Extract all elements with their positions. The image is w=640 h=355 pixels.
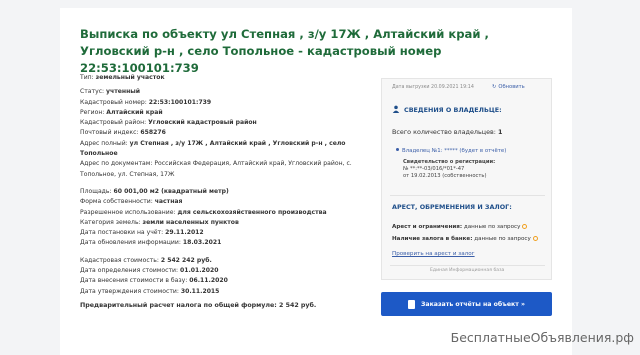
approved-label: Дата утверждения стоимости: [80, 287, 179, 295]
bullet-icon [396, 148, 399, 151]
docaddr-label: Адрес по документам: [80, 160, 153, 168]
category-label: Категория земель: [80, 218, 141, 226]
type-value: земельный участок [95, 74, 165, 81]
check-arrest-link[interactable]: Проверить на арест и залог [392, 251, 475, 257]
approved-value: 30.11.2015 [180, 287, 220, 295]
order-report-button[interactable]: Заказать отчёты на объект » [381, 292, 552, 316]
use-label: Разрешенное использование: [80, 208, 176, 216]
region-value: Алтайский край [106, 108, 163, 116]
pledge-value: данные по запросу [474, 236, 531, 242]
determined-label: Дата определения стоимости: [80, 267, 179, 275]
arrest-value: данные по запросу [463, 224, 521, 230]
export-date: Дата выгрузки 20.09.2021 19:14 [392, 85, 474, 90]
cost-label: Кадастровая стоимость: [80, 256, 159, 264]
cost-value: 2 542 242 руб. [160, 256, 212, 264]
cadnum-label: Кадастровый номер: [80, 98, 147, 106]
pledge-row: Наличие залога в банке: данные по запрос… [392, 236, 538, 242]
region-label: Регион: [80, 108, 105, 116]
use-value: для сельскохозяйственного производства [177, 208, 327, 216]
pledge-label: Наличие залога в банке: [392, 236, 473, 242]
owners-count: Всего количество владельцев: 1 [392, 128, 502, 136]
object-info: Тип: земельный участок Статус: учтенный … [80, 73, 365, 311]
ownership-label: Форма собственности: [80, 198, 153, 206]
updated-label: Дата обновления информации: [80, 239, 181, 247]
owner-masked: ***** [444, 148, 458, 154]
owner-note: (будет в отчёте) [459, 148, 507, 154]
updated-value: 18.03.2021 [182, 239, 222, 247]
district-label: Кадастровый район: [80, 119, 147, 127]
info-icon[interactable] [522, 224, 528, 229]
arrest-heading: АРЕСТ, ОБРЕМЕНЕНИЯ И ЗАЛОГ: [392, 203, 512, 211]
ownership-value: частная [154, 198, 183, 206]
area-value: 60 001,00 м2 (квадратный метр) [113, 187, 229, 195]
status-value: учтенный [106, 88, 141, 96]
document-icon [408, 299, 416, 309]
reg-number: № **:**-03/016/*01*-47 [403, 166, 465, 173]
registration-info: Свидетельство о регистрации: № **:**-03/… [403, 159, 543, 181]
zip-label: Почтовый индекс: [80, 129, 139, 137]
arrest-label: Арест и ограничения: [392, 224, 463, 230]
owners-heading: СВЕДЕНИЯ О ВЛАДЕЛЬЦЕ: [392, 105, 547, 114]
tax-estimate: Предварительный расчет налога по общей ф… [80, 301, 317, 309]
refresh-button[interactable]: ↻ Обновить [492, 84, 525, 90]
type-label: Тип: [80, 74, 94, 81]
entered-value: 06.11.2020 [189, 277, 228, 285]
determined-value: 01.01.2020 [179, 267, 219, 275]
zip-value: 658276 [140, 129, 166, 137]
refresh-label: Обновить [498, 84, 525, 90]
entered-label: Дата внесения стоимости в базу: [80, 277, 188, 285]
owner-name: Владелец №1: [402, 148, 443, 154]
registered-label: Дата постановки на учёт: [80, 229, 164, 237]
divider [390, 265, 545, 266]
divider [390, 195, 545, 196]
addr-label: Адрес полный: [80, 139, 128, 147]
owners-count-label: Всего количество владельцев: [392, 128, 496, 136]
district-value: Угловский кадастровый район [148, 119, 257, 127]
watermark: БесплатныеОбъявления.рф [450, 330, 634, 345]
owners-heading-text: СВЕДЕНИЯ О ВЛАДЕЛЬЦЕ: [404, 106, 502, 114]
refresh-icon: ↻ [492, 84, 497, 90]
registered-value: 29.11.2012 [165, 229, 204, 237]
source-note: Единая Информационная база [430, 268, 505, 273]
status-label: Статус: [80, 88, 105, 96]
info-icon[interactable] [532, 236, 538, 241]
page-title: Выписка по объекту ул Степная , з/у 17Ж … [80, 27, 489, 75]
reg-title: Свидетельство о регистрации: [403, 159, 496, 165]
cadnum-value: 22:53:100101:739 [148, 98, 212, 106]
owners-count-value: 1 [498, 128, 503, 136]
user-icon [392, 105, 400, 113]
owner-panel: Дата выгрузки 20.09.2021 19:14 ↻ Обновить… [381, 78, 552, 280]
order-report-label: Заказать отчёты на объект » [421, 300, 525, 308]
category-value: земли населенных пунктов [142, 218, 239, 226]
reg-date: от 19.02.2013 (собственность) [403, 173, 487, 180]
area-label: Площадь: [80, 187, 112, 195]
arrest-row: Арест и ограничения: данные по запросу [392, 224, 528, 230]
owner-row[interactable]: Владелец №1: ***** (будет в отчёте) [396, 148, 506, 154]
